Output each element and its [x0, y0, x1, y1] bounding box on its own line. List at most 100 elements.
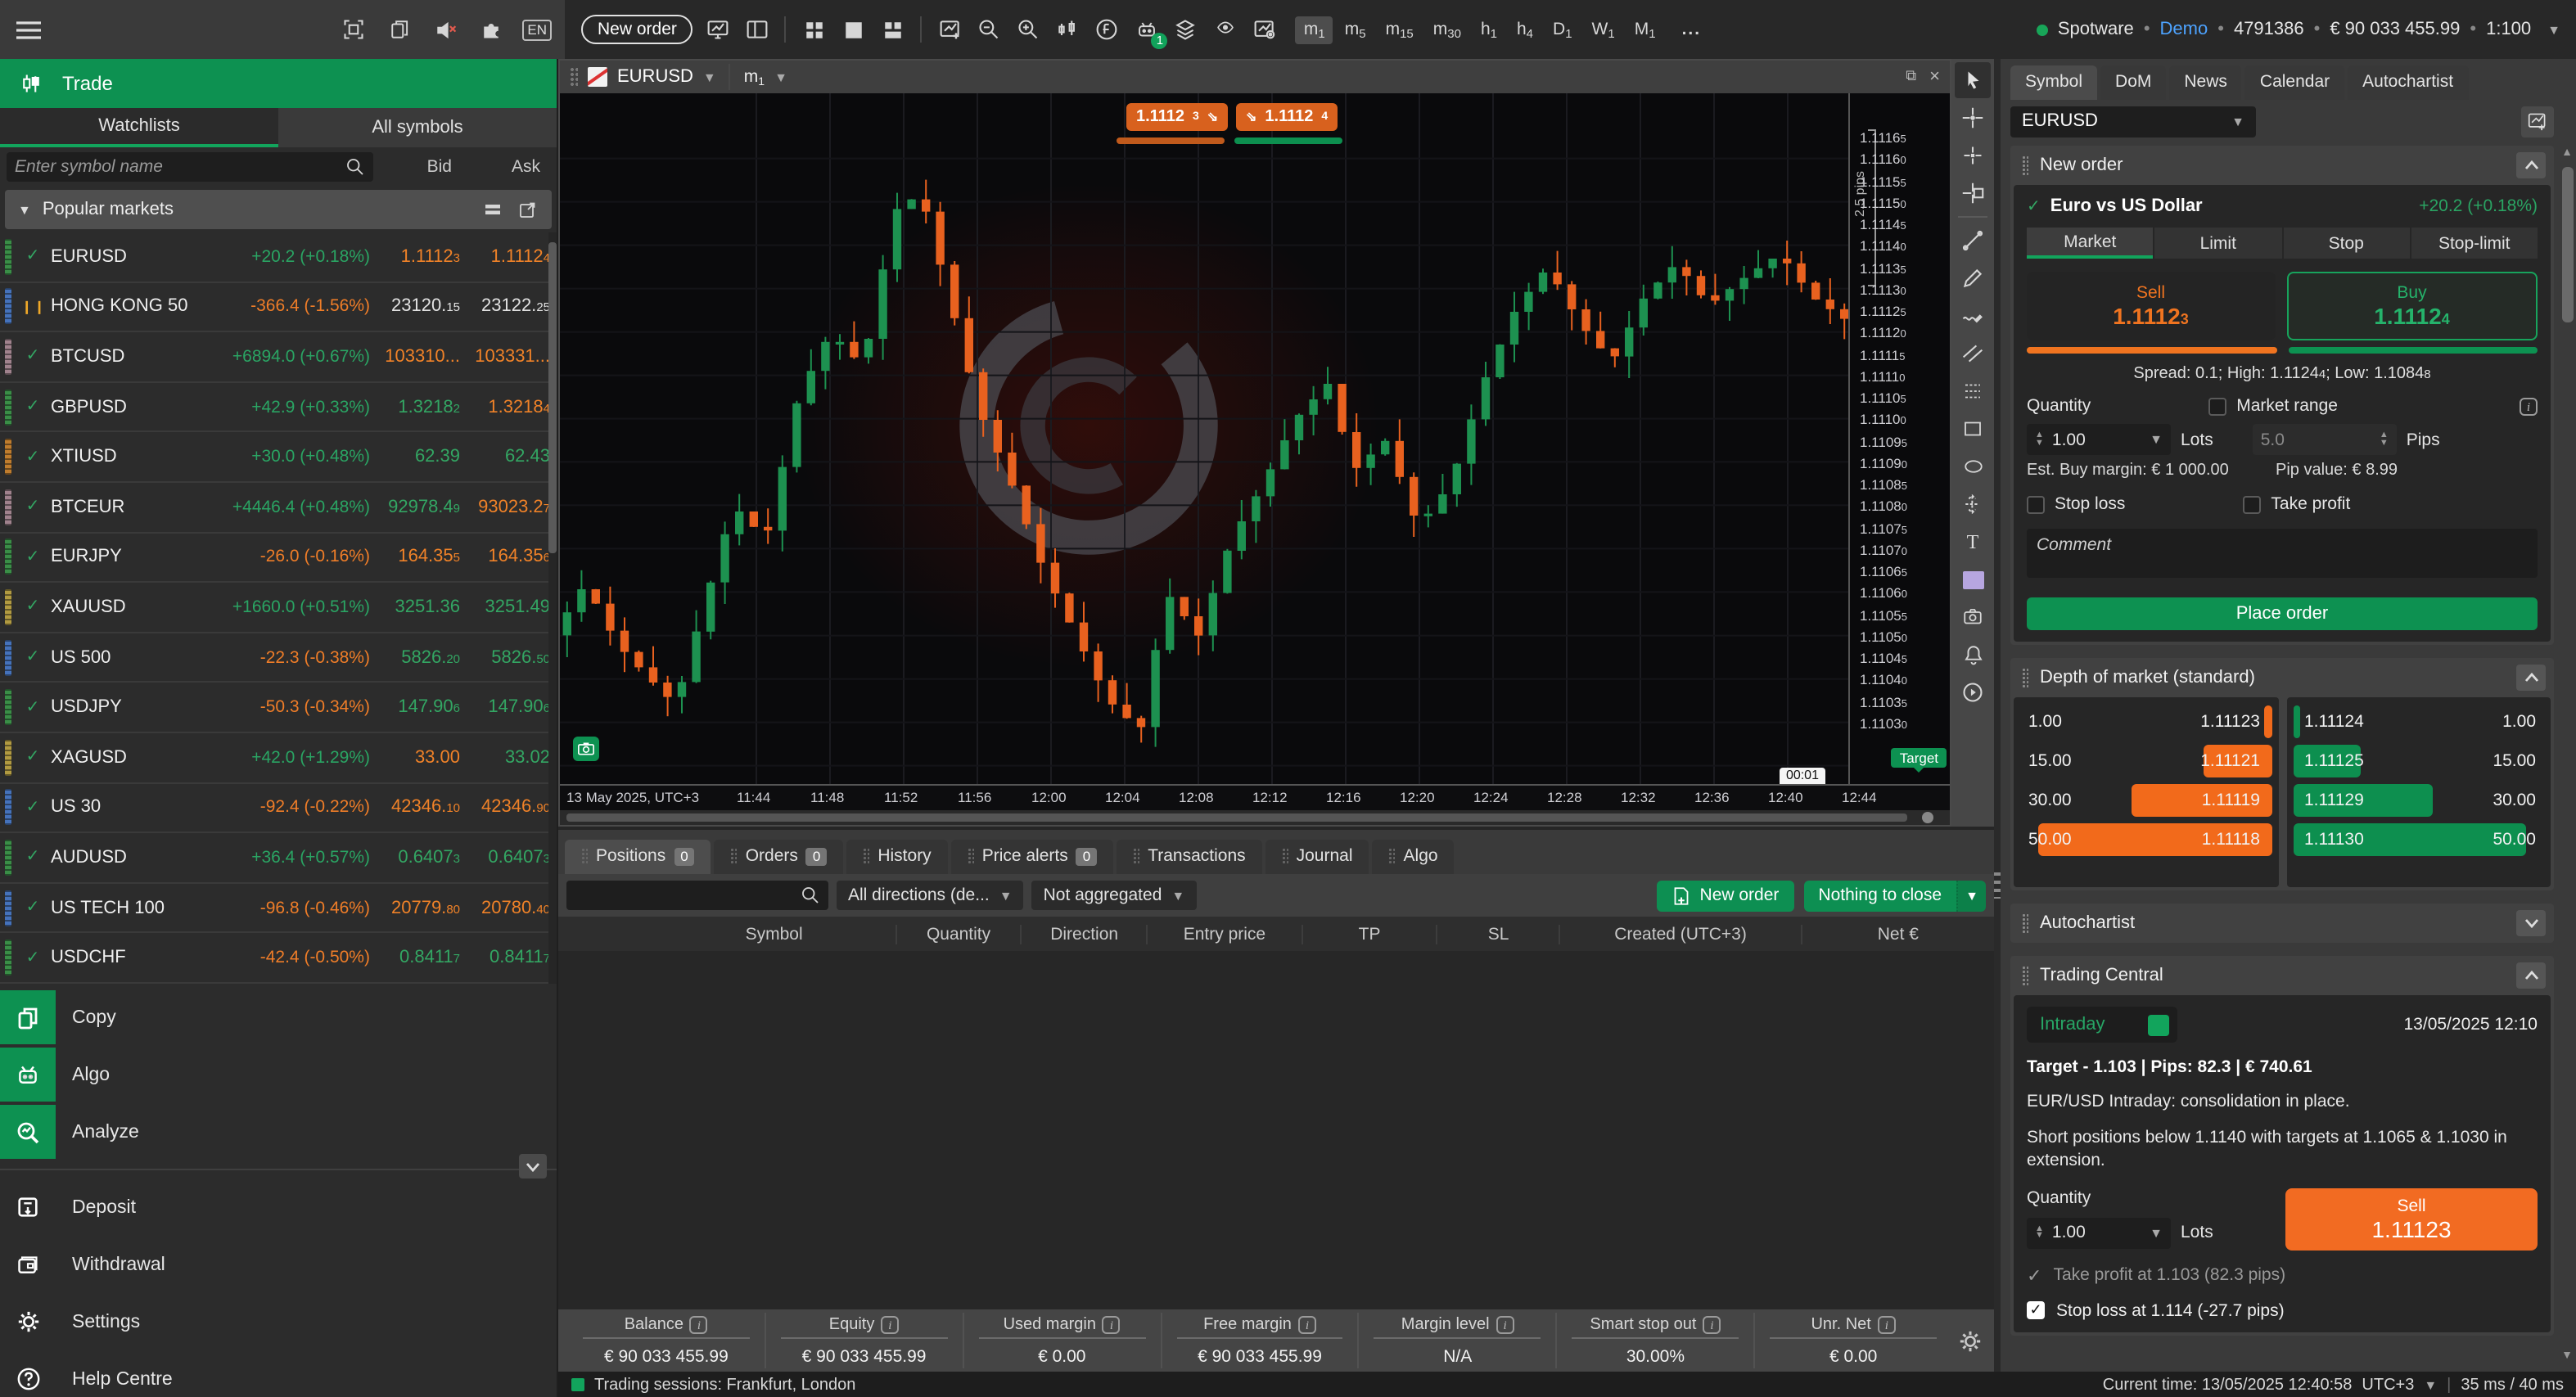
quick-sell-badge[interactable]: 1.11123 ⇘ [1126, 103, 1228, 131]
watchlist-row-hong-kong-50[interactable]: ❙❙HONG KONG 50-366.4 (-1.56%)23120.15231… [0, 282, 557, 332]
watchlist-row-usdjpy[interactable]: ✓USDJPY-50.3 (-0.34%)147.906147.906 [0, 683, 557, 733]
panel-resize-handle[interactable] [1994, 59, 2001, 1372]
comment-input[interactable] [2027, 529, 2538, 578]
chart-drag-handle[interactable] [570, 67, 578, 87]
draw-tool-replay[interactable] [1955, 674, 1991, 710]
right-panel-scrollbar[interactable]: ▲ ▼ [2560, 147, 2574, 1362]
hamburger-menu-icon[interactable] [13, 15, 43, 44]
chart-settings-icon[interactable] [1250, 15, 1279, 44]
new-order-button[interactable]: New order [581, 15, 693, 44]
tc-sell-button[interactable]: Sell 1.11123 [2285, 1187, 2538, 1250]
comment-field[interactable] [2027, 529, 2538, 586]
info-icon[interactable]: i [881, 1316, 899, 1334]
ask-price[interactable]: 147.906 [460, 697, 550, 717]
chart-symbol-caret[interactable]: ▼ [703, 70, 716, 84]
market-range-stepper[interactable]: 5.0 ▲▼ [2253, 424, 2397, 455]
account-info[interactable]: Spotware• Demo• 4791386• € 90 033 455.99… [2037, 20, 2560, 39]
more-timeframes-button[interactable]: ... [1674, 16, 1710, 43]
bid-price[interactable]: 1.32182 [370, 397, 460, 417]
positions-search-field[interactable] [566, 881, 828, 910]
open-chart-button[interactable] [2521, 106, 2554, 137]
watchlist-row-xagusd[interactable]: ✓XAGUSD+42.0 (+1.29%)33.0033.02 [0, 733, 557, 783]
watchlist-row-btceur[interactable]: ✓BTCEUR+4446.4 (+0.48%)92978.4993023.27 [0, 483, 557, 533]
draw-tool-trend-line[interactable] [1955, 223, 1991, 259]
ask-price[interactable]: 20780.40 [460, 898, 550, 917]
ask-price[interactable]: 93023.27 [460, 498, 550, 517]
aggregation-filter-select[interactable]: Not aggregated▼ [1032, 881, 1197, 910]
ask-price[interactable]: 0.84117 [460, 948, 550, 967]
draw-tool-rectangle[interactable] [1955, 411, 1991, 447]
chart-plot[interactable]: 1.11123 ⇘ ⇘ 1.11124 00:01 [560, 93, 1848, 784]
timeframe-m1[interactable]: m1 [1296, 16, 1333, 43]
ask-price[interactable]: 1.32184 [460, 397, 550, 417]
draw-tool-fibonacci[interactable] [1955, 373, 1991, 409]
positions-search-input[interactable] [575, 886, 801, 905]
bid-price[interactable]: 42346.10 [370, 798, 460, 818]
trading-central-header[interactable]: Trading Central [2014, 959, 2551, 992]
column-header-quantity[interactable]: Quantity [895, 924, 1021, 944]
ask-price[interactable]: 62.43 [460, 447, 550, 466]
time-axis[interactable]: 13 May 2025, UTC+311:4411:4811:5211:5612… [560, 784, 1950, 810]
algo-bot-icon[interactable]: 1 [1132, 15, 1162, 44]
chart-titlebar[interactable]: EURUSD ▼ m1 ▼ ⧉ × [560, 61, 1950, 93]
timeframe-h4[interactable]: h4 [1509, 16, 1541, 43]
sidebar-item-deposit[interactable]: Deposit [0, 1180, 557, 1234]
place-order-button[interactable]: Place order [2027, 597, 2538, 630]
quantity-stepper[interactable]: ▲▼ 1.00 ▼ [2027, 424, 2171, 455]
dom-ask-row[interactable]: 1.1112515.00 [2293, 745, 2544, 777]
order-type-stop-limit[interactable]: Stop-limit [2411, 228, 2538, 259]
scrollbar-thumb[interactable] [2562, 167, 2574, 322]
watchlist-row-xtiusd[interactable]: ✓XTIUSD+30.0 (+0.48%)62.3962.43 [0, 433, 557, 483]
stats-settings-gear-icon[interactable] [1955, 1326, 1984, 1355]
timeframe-M1[interactable]: M1 [1626, 16, 1664, 43]
popout-icon[interactable] [517, 200, 539, 219]
info-icon[interactable]: i [1298, 1316, 1316, 1334]
monitor-icon[interactable] [703, 15, 733, 44]
watchlist-row-gbpusd[interactable]: ✓GBPUSD+42.9 (+0.33%)1.321821.32184 [0, 383, 557, 433]
order-type-limit[interactable]: Limit [2155, 228, 2282, 259]
column-header-net-[interactable]: Net € [1801, 924, 1994, 944]
bid-price[interactable]: 164.355 [370, 548, 460, 567]
bid-price[interactable]: 103310... [370, 347, 460, 367]
draw-tool-equidistant-channel[interactable] [1955, 336, 1991, 372]
grid4-icon[interactable] [800, 15, 829, 44]
order-type-market[interactable]: Market [2027, 228, 2154, 259]
sidebar-item-withdrawal[interactable]: Withdrawal [0, 1237, 557, 1291]
bottom-tab-positions[interactable]: Positions0 [565, 840, 711, 874]
ask-price[interactable]: 164.356 [460, 548, 550, 567]
draw-tool-cursor[interactable] [1955, 62, 1991, 98]
dom-bid-row[interactable]: 50.001.11118 [2020, 823, 2271, 856]
watchlist-row-eurjpy[interactable]: ✓EURJPY-26.0 (-0.16%)164.355164.356 [0, 533, 557, 583]
column-header-tp[interactable]: TP [1301, 924, 1436, 944]
watchlist-row-audusd[interactable]: ✓AUDUSD+36.4 (+0.57%)0.640730.64073 [0, 833, 557, 883]
bottom-tab-journal[interactable]: Journal [1265, 840, 1369, 874]
fullscreen-icon[interactable] [339, 15, 368, 44]
chart-symbol-label[interactable]: EURUSD [617, 67, 693, 87]
bottom-tab-transactions[interactable]: Transactions [1117, 840, 1261, 874]
ask-price[interactable]: 23122.25 [460, 297, 550, 317]
chart-timeframe-caret[interactable]: ▼ [774, 70, 787, 84]
column-header-sl[interactable]: SL [1437, 924, 1559, 944]
copy-pages-icon[interactable] [385, 15, 414, 44]
dom-bid-row[interactable]: 1.001.11123 [2020, 705, 2271, 738]
draw-tool-crosshair-box[interactable] [1955, 175, 1991, 211]
ask-price[interactable]: 3251.49 [460, 597, 550, 617]
bid-price[interactable]: 33.00 [370, 747, 460, 767]
info-icon[interactable]: i [1496, 1316, 1514, 1334]
timeframe-m30[interactable]: m30 [1425, 16, 1469, 43]
visibility-icon[interactable] [1211, 15, 1240, 44]
layout-icon[interactable] [742, 15, 772, 44]
tc-quantity-stepper[interactable]: ▲▼ 1.00 ▼ [2027, 1217, 2171, 1248]
column-header-created-utc-3-[interactable]: Created (UTC+3) [1559, 924, 1800, 944]
collapse-new-order-button[interactable] [2516, 152, 2546, 178]
chart-add-icon[interactable] [936, 15, 965, 44]
watchlist-row-us-30[interactable]: ✓US 30-92.4 (-0.22%)42346.1042346.90 [0, 783, 557, 833]
bid-price[interactable]: 62.39 [370, 447, 460, 466]
dom-header[interactable]: Depth of market (standard) [2014, 661, 2551, 694]
bid-price[interactable]: 23120.15 [370, 297, 460, 317]
ask-price[interactable]: 103331... [460, 347, 550, 367]
scroll-up-icon[interactable]: ▲ [2560, 147, 2574, 159]
watchlist-group-header[interactable]: ▼ Popular markets [5, 190, 552, 229]
sidebar-item-help-centre[interactable]: Help Centre [0, 1352, 557, 1397]
plugins-icon[interactable] [476, 15, 506, 44]
